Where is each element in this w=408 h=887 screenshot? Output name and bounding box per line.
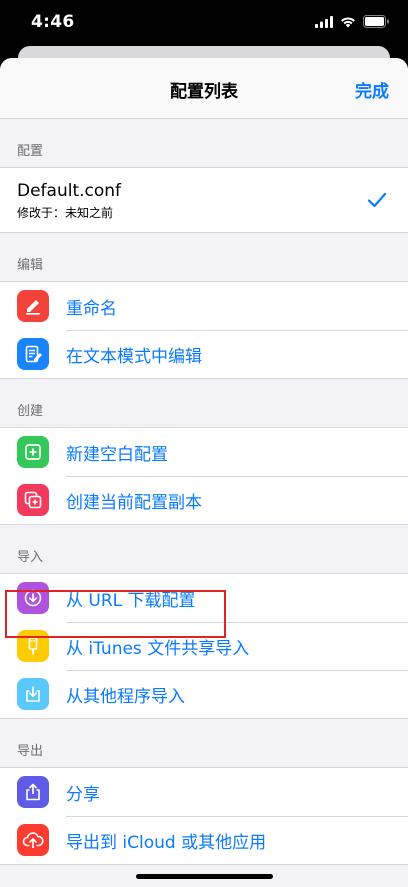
export-to-icloud-label: 导出到 iCloud 或其他应用 — [66, 832, 267, 853]
edit-text-mode-label: 在文本模式中编辑 — [66, 346, 202, 367]
share-button[interactable]: 分享 — [0, 768, 408, 816]
home-indicator — [136, 874, 273, 879]
status-bar: 4:46 — [0, 0, 408, 48]
rename-label: 重命名 — [66, 298, 117, 319]
section-header-edit: 编辑 — [17, 258, 44, 273]
wifi-icon — [341, 17, 355, 27]
section-header-create: 创建 — [17, 404, 44, 419]
signal-icon — [315, 15, 333, 28]
status-icons — [315, 15, 390, 28]
duplicate-icon — [17, 484, 49, 516]
config-item-default[interactable]: Default.conf 修改于：未知之前 — [0, 168, 408, 232]
checkmark-icon — [367, 192, 387, 208]
battery-icon — [363, 15, 389, 28]
export-to-icloud-button[interactable]: 导出到 iCloud 或其他应用 — [0, 816, 408, 864]
config-name: Default.conf — [17, 180, 122, 201]
import-from-other-app-button[interactable]: 从其他程序导入 — [0, 670, 408, 718]
export-group: 分享 导出到 iCloud 或其他应用 — [0, 767, 408, 865]
done-button[interactable]: 完成 — [355, 77, 389, 102]
highlight-box — [5, 590, 226, 638]
duplicate-config-button[interactable]: 创建当前配置副本 — [0, 476, 408, 524]
navigation-bar: 配置列表 完成 — [0, 58, 408, 119]
edit-group: 重命名 在文本模式中编辑 — [0, 281, 408, 379]
status-time: 4:46 — [31, 12, 75, 32]
share-label: 分享 — [66, 784, 100, 805]
share-icon — [17, 776, 49, 808]
new-blank-icon — [17, 436, 49, 468]
rename-button[interactable]: 重命名 — [0, 282, 408, 330]
edit-text-mode-button[interactable]: 在文本模式中编辑 — [0, 330, 408, 378]
section-header-import: 导入 — [17, 550, 44, 565]
new-blank-config-button[interactable]: 新建空白配置 — [0, 428, 408, 476]
config-list-sheet: 配置列表 完成 配置 Default.conf 修改于：未知之前 编辑 重命名 — [0, 58, 408, 887]
import-icon — [17, 678, 49, 710]
page-title: 配置列表 — [170, 82, 238, 102]
section-header-config: 配置 — [17, 144, 44, 159]
rename-icon — [17, 290, 49, 322]
cloud-upload-icon — [17, 824, 49, 856]
config-modified: 修改于：未知之前 — [17, 205, 114, 220]
import-from-other-app-label: 从其他程序导入 — [66, 686, 185, 707]
create-group: 新建空白配置 创建当前配置副本 — [0, 427, 408, 525]
new-blank-config-label: 新建空白配置 — [66, 444, 168, 465]
section-header-export: 导出 — [17, 744, 44, 759]
duplicate-config-label: 创建当前配置副本 — [66, 492, 202, 513]
config-group: Default.conf 修改于：未知之前 — [0, 167, 408, 233]
text-edit-icon — [17, 338, 49, 370]
